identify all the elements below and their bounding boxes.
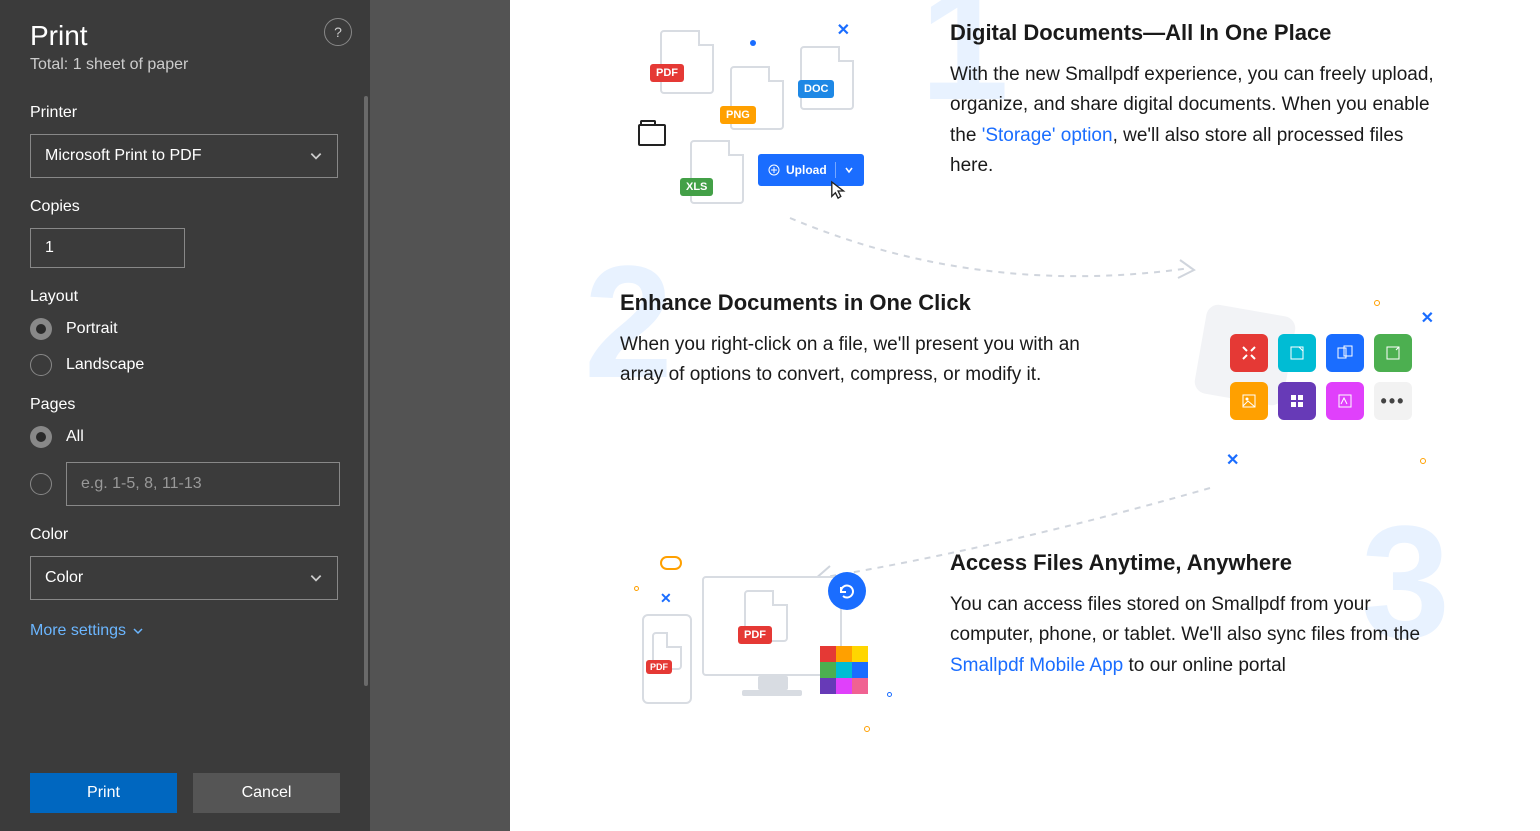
feature-3-text: 3 Access Files Anytime, Anywhere You can…	[950, 550, 1440, 681]
printer-value: Microsoft Print to PDF	[45, 147, 201, 165]
feature-3-title: Access Files Anytime, Anywhere	[950, 550, 1440, 576]
print-dialog-panel: Print Total: 1 sheet of paper ? Printer …	[0, 0, 370, 831]
print-title: Print	[30, 20, 340, 52]
color-grid-icon	[820, 646, 868, 694]
color-value: Color	[45, 569, 83, 587]
pages-label: Pages	[30, 396, 340, 414]
feature-2-text: 2 Enhance Documents in One Click When yo…	[620, 290, 1110, 391]
color-label: Color	[30, 526, 340, 544]
merge-tool-icon	[1278, 382, 1316, 420]
chevron-down-icon	[309, 149, 323, 163]
image-tool-icon	[1230, 382, 1268, 420]
chevron-down-icon	[844, 165, 854, 175]
feature-block-2: ✕ ••• ✕ 2 Enhance Documents in One Click…	[620, 290, 1440, 490]
color-select[interactable]: Color	[30, 556, 338, 600]
copies-label: Copies	[30, 198, 340, 216]
printer-select[interactable]: Microsoft Print to PDF	[30, 134, 338, 178]
layout-portrait-label: Portrait	[66, 320, 118, 338]
radio-icon	[30, 473, 52, 495]
copies-input[interactable]	[30, 228, 185, 268]
pages-all-radio[interactable]: All	[30, 426, 340, 448]
decor-circle-icon	[864, 726, 870, 732]
sign-tool-icon	[1326, 382, 1364, 420]
feature-block-3: ✕ PDF PDF 3 Access Files Anytime, Anywhe…	[620, 550, 1440, 750]
export-tool-icon	[1374, 334, 1412, 372]
feature-block-1: ✕ PDF PNG DOC XLS Upload 1 Digital Docum	[620, 20, 1440, 220]
feature-3-body: You can access files stored on Smallpdf …	[950, 590, 1440, 681]
folder-icon	[638, 124, 666, 146]
pdf-badge: PDF	[650, 64, 684, 82]
pages-custom-radio[interactable]	[30, 462, 340, 506]
feature-2-body: When you right-click on a file, we'll pr…	[620, 330, 1110, 391]
layout-landscape-radio[interactable]: Landscape	[30, 354, 340, 376]
print-header: Print Total: 1 sheet of paper ?	[0, 0, 370, 86]
radio-icon	[30, 426, 52, 448]
feature-1-body: With the new Smallpdf experience, you ca…	[950, 60, 1440, 182]
print-subtitle: Total: 1 sheet of paper	[30, 56, 340, 74]
layout-label: Layout	[30, 288, 340, 306]
pages-range-input[interactable]	[66, 462, 340, 506]
cloud-icon	[660, 556, 682, 570]
plus-circle-icon	[768, 164, 780, 176]
print-body: Printer Microsoft Print to PDF Copies La…	[0, 86, 370, 759]
preview-gap	[370, 0, 510, 831]
decor-x-icon: ✕	[1226, 450, 1239, 470]
decor-circle-icon	[1374, 300, 1380, 306]
chevron-down-icon	[309, 571, 323, 585]
file-icon	[800, 46, 854, 110]
printer-label: Printer	[30, 104, 340, 122]
feature-2-illustration: ✕ ••• ✕	[1160, 290, 1440, 490]
feature-1-text: 1 Digital Documents—All In One Place Wit…	[950, 20, 1440, 182]
tool-grid: •••	[1230, 334, 1412, 420]
doc-badge: DOC	[798, 80, 834, 98]
more-settings-link[interactable]: More settings	[30, 622, 340, 640]
print-preview-page: ✕ PDF PNG DOC XLS Upload 1 Digital Docum	[510, 0, 1540, 831]
compress-tool-icon	[1230, 334, 1268, 372]
mobile-app-link: Smallpdf Mobile App	[950, 655, 1123, 676]
layout-landscape-label: Landscape	[66, 356, 144, 374]
convert-tool-icon	[1326, 334, 1364, 372]
decor-x-icon: ✕	[1421, 308, 1434, 328]
decor-x-icon: ✕	[837, 20, 850, 40]
layout-portrait-radio[interactable]: Portrait	[30, 318, 340, 340]
decor-circle-icon	[634, 586, 639, 591]
cancel-button[interactable]: Cancel	[193, 773, 340, 813]
xls-badge: XLS	[680, 178, 713, 196]
file-icon	[660, 30, 714, 94]
storage-option-link: 'Storage' option	[982, 125, 1113, 146]
decor-circle-icon	[887, 692, 892, 697]
upload-label: Upload	[786, 163, 827, 177]
sync-icon	[828, 572, 866, 610]
edit-tool-icon	[1278, 334, 1316, 372]
radio-icon	[30, 354, 52, 376]
feature-2-title: Enhance Documents in One Click	[620, 290, 1110, 316]
monitor-base	[742, 690, 802, 696]
feature-1-title: Digital Documents—All In One Place	[950, 20, 1440, 46]
feature-1-illustration: ✕ PDF PNG DOC XLS Upload	[620, 20, 900, 220]
scrollbar[interactable]	[364, 96, 368, 686]
decor-dot-icon	[750, 40, 756, 46]
feature-3-illustration: ✕ PDF PDF	[620, 550, 900, 750]
chevron-down-icon	[132, 625, 144, 637]
pdf-badge: PDF	[738, 626, 772, 644]
pages-all-label: All	[66, 428, 84, 446]
decor-circle-icon	[1420, 458, 1426, 464]
decor-x-icon: ✕	[660, 590, 672, 607]
cursor-icon	[830, 180, 848, 202]
radio-icon	[30, 318, 52, 340]
monitor-stand	[758, 676, 788, 690]
print-button[interactable]: Print	[30, 773, 177, 813]
print-footer: Print Cancel	[0, 759, 370, 831]
png-badge: PNG	[720, 106, 756, 124]
more-settings-label: More settings	[30, 622, 126, 640]
more-tools-icon: •••	[1374, 382, 1412, 420]
pdf-badge: PDF	[646, 660, 672, 674]
help-icon[interactable]: ?	[324, 18, 352, 46]
